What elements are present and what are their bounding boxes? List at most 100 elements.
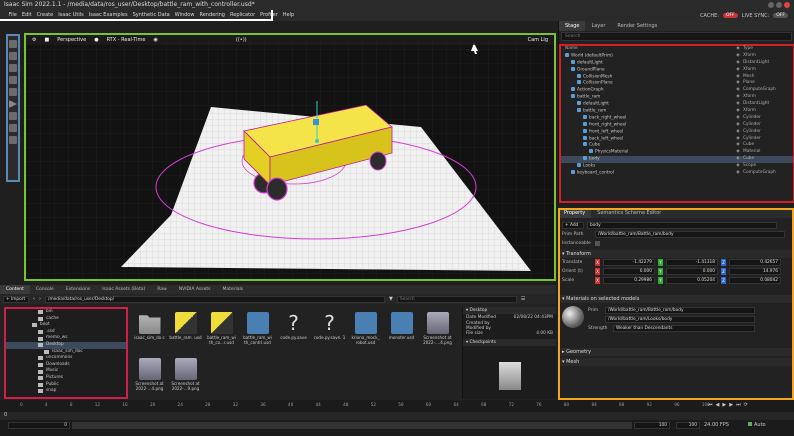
visibility-eye-icon[interactable]: ◉ — [733, 142, 743, 149]
tab-isaac-assets-beta-[interactable]: Isaac Assets (Beta) — [96, 285, 151, 294]
stage-tree-row[interactable]: body ◉ Cube — [561, 156, 793, 164]
file-item[interactable]: battle_ram_wi th_co...r.usd — [205, 310, 238, 353]
back-icon[interactable]: ‹ — [33, 296, 35, 302]
stop-icon[interactable] — [9, 124, 17, 132]
visibility-eye-icon[interactable]: ◉ — [733, 170, 743, 177]
tab-extensions[interactable]: Extensions — [60, 285, 96, 294]
file-item[interactable]: kriona_mock_ robot.usd — [349, 310, 382, 353]
menu-item-window[interactable]: Window — [172, 12, 197, 18]
visibility-eye-icon[interactable]: ◉ — [733, 156, 743, 163]
stage-tree-row[interactable]: back_left_wheel ◉ Cylinder — [561, 135, 793, 143]
stage-tree-row[interactable]: defaultLight ◉ DistantLight — [561, 59, 793, 67]
column-name[interactable]: Name — [561, 46, 733, 53]
camera-light-button[interactable]: Cam Lig — [528, 37, 548, 43]
tab-raw[interactable]: Raw — [151, 285, 172, 294]
brush-icon[interactable] — [9, 136, 17, 144]
eye-icon[interactable]: ● — [94, 37, 98, 43]
tab-materials[interactable]: Materials — [216, 285, 249, 294]
checkpoints-section[interactable]: ▾ Checkpoints — [463, 339, 556, 346]
livesync-toggle[interactable]: OFF — [773, 13, 788, 18]
stage-tree-row[interactable]: front_left_wheel ◉ Cylinder — [561, 128, 793, 136]
stage-tree-row[interactable]: keyboard_control ◉ ComputeGraph — [561, 170, 793, 177]
file-item[interactable]: Screenshot at 2022-...9.png — [169, 356, 202, 399]
start-time-field[interactable]: 0 — [8, 422, 70, 429]
visibility-eye-icon[interactable]: ◉ — [733, 122, 743, 129]
forward-icon[interactable]: › — [39, 296, 41, 302]
menu-item-rendering[interactable]: Rendering — [197, 12, 228, 18]
perspective-button[interactable]: Perspective — [57, 37, 86, 43]
close-icon[interactable] — [784, 2, 790, 8]
first-frame-icon[interactable]: ⏮ — [708, 402, 713, 408]
folder-tree-item[interactable]: Music — [6, 368, 126, 375]
file-item[interactable]: isaac_sim_do c — [133, 310, 166, 353]
path-field[interactable]: /media/data/ros_user/Desktop/ — [45, 295, 385, 303]
visibility-eye-icon[interactable]: ◉ — [733, 129, 743, 136]
file-item[interactable]: monster.usd — [385, 310, 418, 353]
folder-tree-item[interactable]: Pictures — [6, 375, 126, 382]
snap-tool-icon[interactable] — [9, 88, 17, 96]
current-frame[interactable]: 0 — [4, 412, 7, 418]
tab-nvidia-assets[interactable]: NVIDIA Assets — [173, 285, 217, 294]
menu-item-replicator[interactable]: Replicator — [228, 12, 258, 18]
stage-tree-row[interactable]: defaultLight ◉ DistantLight — [561, 101, 793, 108]
stage-tree-row[interactable]: battle_ram ◉ Xform — [561, 108, 793, 115]
folder-tree-item[interactable]: bin — [6, 309, 126, 316]
stage-tree-row[interactable]: CollisionMesh ◉ Mesh — [561, 73, 793, 81]
rotate-tool-icon[interactable] — [9, 64, 17, 72]
tab-render-settings[interactable]: Render Settings — [611, 21, 663, 31]
audio-icon[interactable]: ((•)) — [236, 37, 247, 43]
menu-item-help[interactable]: Help — [280, 12, 296, 18]
folder-tree-item[interactable]: boot — [6, 322, 126, 329]
folder-tree-item[interactable]: cache — [6, 316, 126, 323]
stage-tree-row[interactable]: back_right_wheel ◉ Cylinder — [561, 114, 793, 122]
menu-item-isaac-utils[interactable]: Isaac Utils — [56, 12, 87, 18]
column-type[interactable]: Type — [743, 46, 793, 53]
menu-item-create[interactable]: Create — [34, 12, 56, 18]
play-icon[interactable] — [9, 100, 17, 108]
cache-toggle[interactable]: OFF — [722, 13, 738, 18]
visibility-eye-icon[interactable]: ◉ — [733, 149, 743, 156]
scale-tool-icon[interactable] — [9, 76, 17, 84]
menu-item-file[interactable]: File — [6, 12, 19, 18]
next-frame-icon[interactable]: ▶ — [729, 402, 733, 408]
file-item[interactable]: Screenshot at 2022-...4.png — [133, 356, 166, 399]
menu-item-edit[interactable]: Edit — [19, 12, 34, 18]
file-item[interactable]: battle_ram_wi th_contrl.usd — [241, 310, 274, 353]
content-search-input[interactable]: Search — [396, 295, 517, 303]
folder-tree-item[interactable]: snap — [6, 388, 126, 395]
select-tool-icon[interactable] — [9, 40, 17, 48]
visibility-eye-icon[interactable]: ◉ — [733, 163, 743, 170]
viewport[interactable]: ⚙ ■ Perspective ● RTX - Real-Time ◉ ((•)… — [24, 33, 556, 281]
folder-tree-item[interactable]: Desktop — [6, 341, 126, 349]
stage-tree-row[interactable]: Looks ◉ Scope — [561, 163, 793, 170]
visibility-eye-icon[interactable]: ◉ — [733, 74, 743, 81]
visibility-eye-icon[interactable]: ◉ — [733, 108, 743, 115]
visibility-eye-icon[interactable]: ◉ — [733, 94, 743, 101]
folder-tree-item[interactable]: Public — [6, 382, 126, 389]
menu-item-isaac-examples[interactable]: Isaac Examples — [86, 12, 130, 18]
folder-tree-item[interactable]: .ssd — [6, 329, 126, 336]
render-mode-button[interactable]: RTX - Real-Time — [107, 37, 146, 43]
folder-tree-item[interactable]: uncommons — [6, 355, 126, 362]
visibility-eye-icon[interactable]: ◉ — [733, 67, 743, 74]
fps-dropdown[interactable]: 24.00 FPS — [704, 422, 729, 428]
folder-tree-item[interactable]: memo_ws — [6, 335, 126, 342]
pause-icon[interactable] — [9, 112, 17, 120]
file-item[interactable]: ? code.py.save — [277, 310, 310, 353]
file-item[interactable]: Screenshot at 2022-....4.png — [421, 310, 454, 353]
loop-icon[interactable]: ⟳ — [744, 402, 748, 408]
folder-tree-item[interactable]: Downloads — [6, 362, 126, 369]
timeline-track[interactable] — [0, 412, 794, 420]
visibility-eye-icon[interactable]: ◉ — [733, 115, 743, 122]
visibility-eye-icon[interactable]: ◉ — [733, 53, 743, 60]
camera-icon[interactable]: ■ — [44, 37, 49, 43]
view-options-icon[interactable]: ☰ — [521, 296, 525, 302]
stage-tree-row[interactable]: World (defaultPrim) ◉ Xform — [561, 52, 793, 60]
tab-console[interactable]: Console — [30, 285, 60, 294]
menu-item-synthetic-data[interactable]: Synthetic Data — [130, 12, 172, 18]
end2-field[interactable]: 100 — [676, 422, 700, 429]
tab-stage[interactable]: Stage — [559, 21, 586, 31]
visibility-eye-icon[interactable]: ◉ — [733, 80, 743, 87]
folder-tree-item[interactable]: isaac_sim_doc — [6, 349, 126, 356]
stage-tree-row[interactable]: GroundPlane ◉ Xform — [561, 66, 793, 74]
